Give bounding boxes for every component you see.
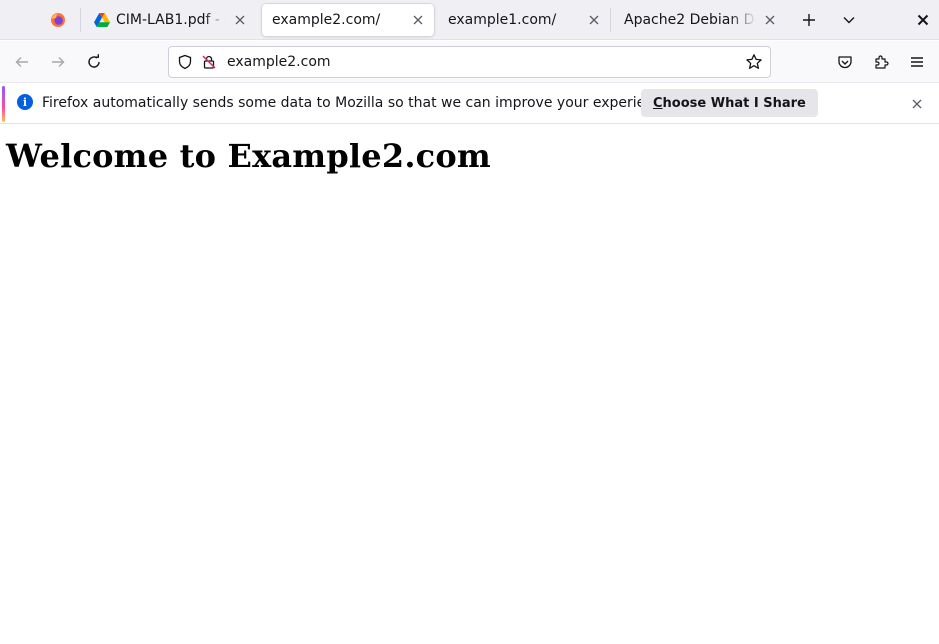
- plus-icon: [802, 13, 816, 27]
- notification-accent-bar: [2, 86, 5, 122]
- list-all-tabs-button[interactable]: [835, 6, 863, 34]
- forward-button[interactable]: [43, 47, 73, 77]
- url-bar[interactable]: example2.com: [168, 46, 771, 78]
- insecure-lock-icon[interactable]: [197, 50, 221, 74]
- tab-example1[interactable]: example1.com/: [438, 4, 610, 36]
- tab-title: example1.com/: [448, 12, 557, 28]
- new-tab-button[interactable]: [795, 6, 823, 34]
- arrow-right-icon: [50, 54, 66, 70]
- hamburger-menu-icon: [909, 54, 925, 70]
- pocket-button[interactable]: [830, 47, 860, 77]
- tab-title: example2.com/: [272, 12, 381, 28]
- reload-icon: [86, 54, 102, 70]
- notification-message: Firefox automatically sends some data to…: [42, 95, 675, 111]
- firefox-logo-icon: [50, 12, 66, 28]
- extensions-button[interactable]: [866, 47, 896, 77]
- tab-separator: [80, 8, 81, 32]
- navigation-toolbar: example2.com: [0, 41, 939, 83]
- firefox-view-button[interactable]: [44, 8, 72, 32]
- button-access-key: C: [653, 95, 663, 111]
- app-menu-button[interactable]: [902, 47, 932, 77]
- page-heading: Welcome to Example2.com: [6, 137, 491, 175]
- tab-example2[interactable]: example2.com/: [262, 4, 434, 36]
- tab-title: CIM-LAB1.pdf - Google Drive: [116, 12, 226, 28]
- bookmark-star-icon[interactable]: [742, 50, 766, 74]
- choose-what-i-share-button[interactable]: Choose What I Share: [641, 89, 818, 117]
- button-label: hoose What I Share: [662, 95, 806, 111]
- tab-apache2[interactable]: Apache2 Debian Default Page: [614, 4, 786, 36]
- tab-separator: [610, 8, 611, 32]
- close-tab-icon[interactable]: [762, 12, 778, 28]
- close-tab-icon[interactable]: [232, 12, 248, 28]
- google-drive-icon: [94, 12, 110, 28]
- tab-title: Apache2 Debian Default Page: [624, 12, 756, 28]
- data-collection-notification: i Firefox automatically sends some data …: [0, 84, 939, 124]
- page-content: Welcome to Example2.com: [0, 125, 939, 644]
- close-tab-icon[interactable]: [586, 12, 602, 28]
- close-icon: [912, 99, 922, 109]
- chevron-down-icon: [842, 13, 856, 27]
- close-notification-button[interactable]: [909, 96, 925, 112]
- close-tab-icon[interactable]: [410, 12, 426, 28]
- close-icon: [917, 14, 929, 26]
- reload-button[interactable]: [79, 47, 109, 77]
- tab-cim-lab1[interactable]: CIM-LAB1.pdf - Google Drive: [84, 4, 256, 36]
- tab-strip: CIM-LAB1.pdf - Google Drive example2.com…: [0, 0, 939, 40]
- shield-icon[interactable]: [173, 50, 197, 74]
- pocket-icon: [837, 54, 853, 70]
- puzzle-icon: [873, 54, 889, 70]
- info-icon: i: [17, 94, 33, 110]
- close-window-button[interactable]: [909, 6, 937, 34]
- back-button[interactable]: [7, 47, 37, 77]
- url-text[interactable]: example2.com: [227, 54, 742, 70]
- arrow-left-icon: [14, 54, 30, 70]
